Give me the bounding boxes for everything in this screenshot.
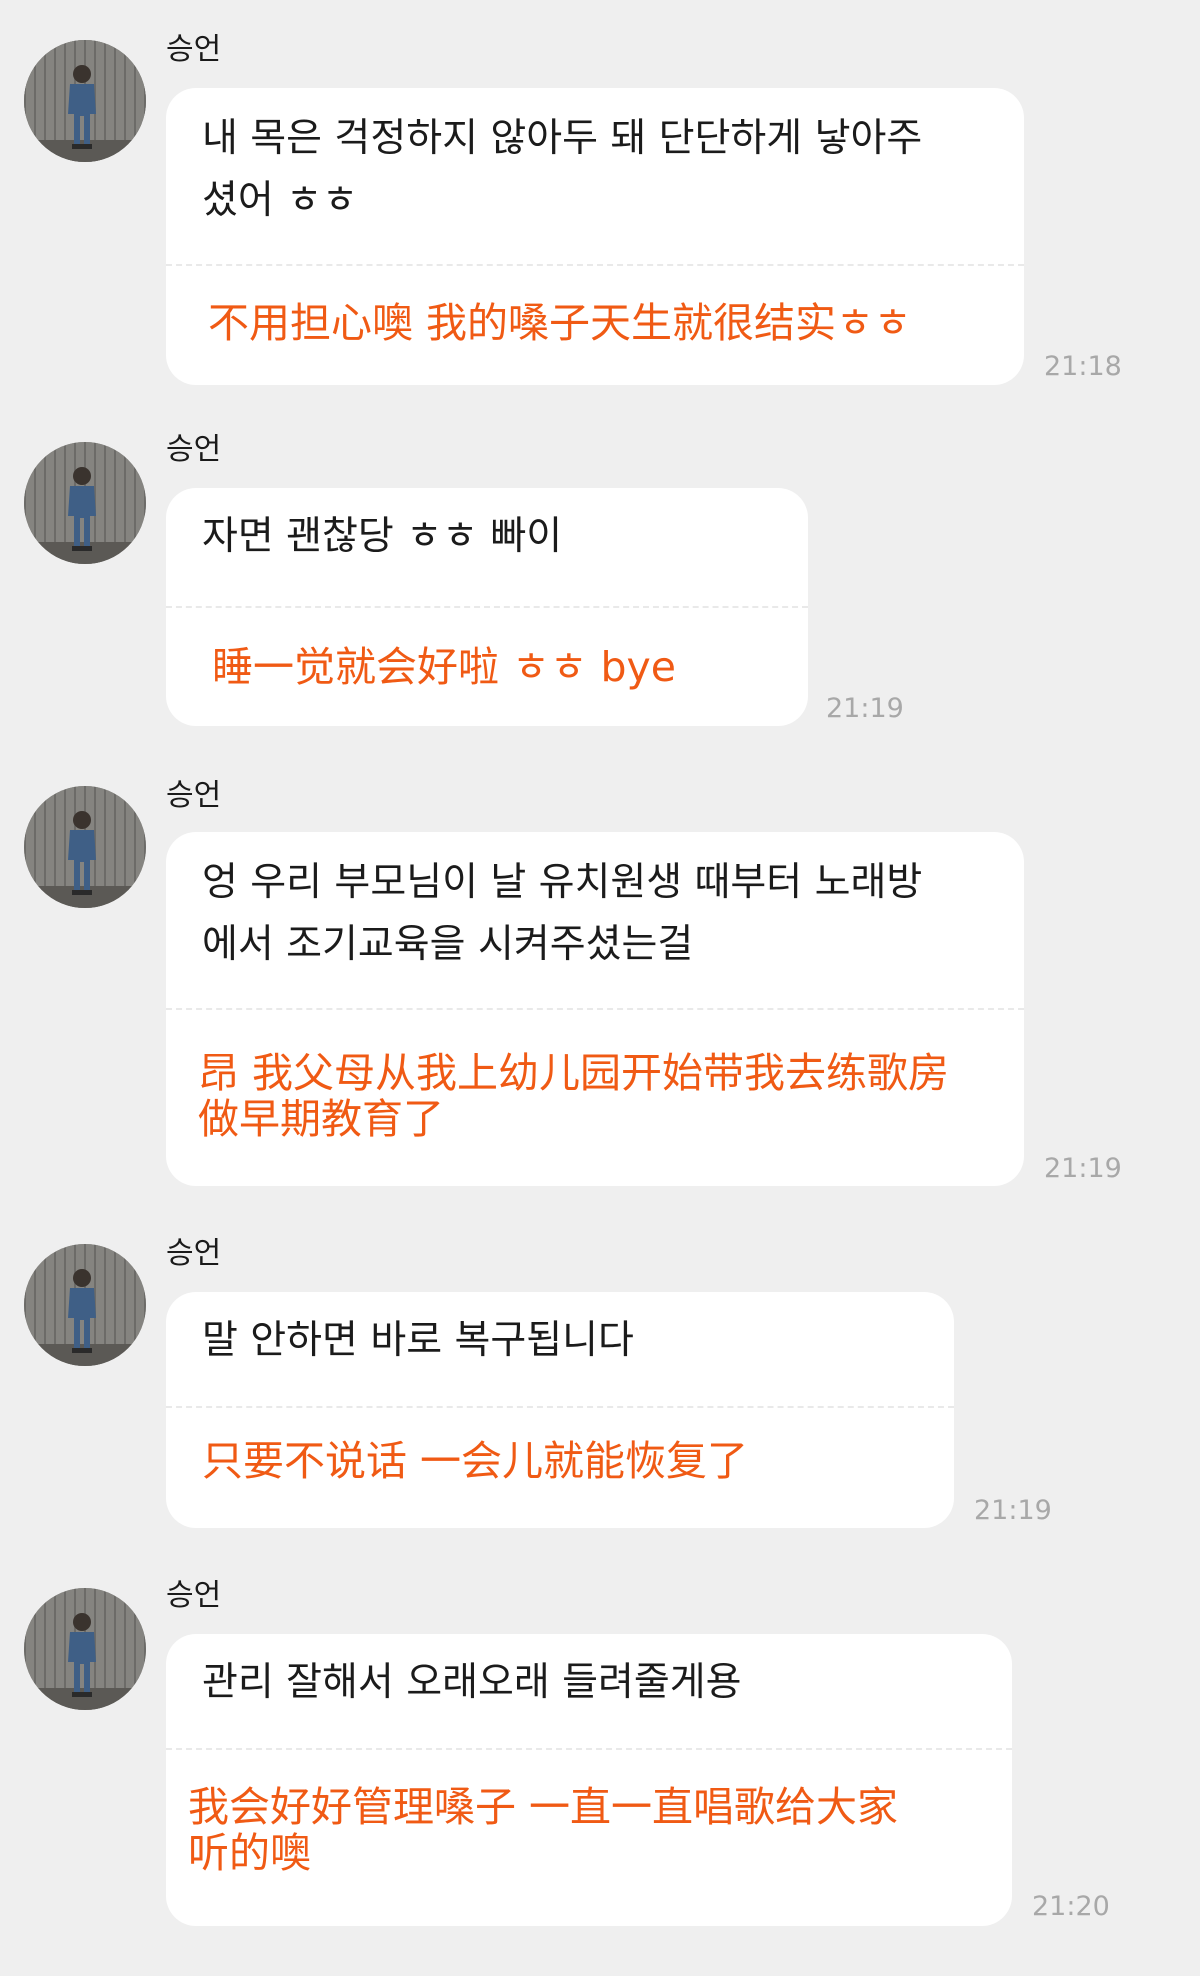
- timestamp: 21:18: [1044, 351, 1122, 382]
- sender-name: 승언: [166, 432, 222, 467]
- divider: [166, 1008, 1024, 1010]
- translated-text: 昂 我父母从我上幼儿园开始带我去练歌房 做早期教育了: [198, 1049, 950, 1143]
- timestamp: 21:19: [1044, 1153, 1122, 1184]
- translated-text: 只要不说话 一会儿就能恢复了: [202, 1437, 749, 1485]
- avatar[interactable]: [24, 40, 146, 162]
- original-text: 말 안하면 바로 복구됩니다: [202, 1318, 634, 1363]
- avatar-photo-icon: [24, 40, 146, 162]
- translated-text: 睡一觉就会好啦 ㅎㅎ bye: [212, 643, 677, 691]
- avatar[interactable]: [24, 786, 146, 908]
- avatar-photo-icon: [24, 1588, 146, 1710]
- avatar-photo-icon: [24, 786, 146, 908]
- avatar-photo-icon: [24, 442, 146, 564]
- avatar[interactable]: [24, 1588, 146, 1710]
- avatar-photo-icon: [24, 1244, 146, 1366]
- sender-name: 승언: [166, 1236, 222, 1271]
- message-bubble[interactable]: 자면 괜찮당 ㅎㅎ 빠이 睡一觉就会好啦 ㅎㅎ bye: [166, 488, 808, 726]
- avatar[interactable]: [24, 442, 146, 564]
- original-text: 엉 우리 부모님이 날 유치원생 때부터 노래방 에서 조기교육을 시켜주셨는걸: [202, 860, 923, 967]
- divider: [166, 1748, 1012, 1750]
- avatar[interactable]: [24, 1244, 146, 1366]
- timestamp: 21:20: [1032, 1891, 1110, 1922]
- translated-text: 不用担心噢 我的嗓子天生就很结实ㅎㅎ: [208, 299, 912, 347]
- sender-name: 승언: [166, 32, 222, 67]
- divider: [166, 1406, 954, 1408]
- message-bubble[interactable]: 관리 잘해서 오래오래 들려줄게용 我会好好管理嗓子 一直一直唱歌给大家 听的噢: [166, 1634, 1012, 1926]
- divider: [166, 264, 1024, 266]
- timestamp: 21:19: [826, 693, 904, 724]
- original-text: 관리 잘해서 오래오래 들려줄게용: [202, 1660, 742, 1705]
- message-bubble[interactable]: 엉 우리 부모님이 날 유치원생 때부터 노래방 에서 조기교육을 시켜주셨는걸…: [166, 832, 1024, 1186]
- message-bubble[interactable]: 내 목은 걱정하지 않아두 돼 단단하게 낳아주 셨어 ㅎㅎ 不用担心噢 我的嗓…: [166, 88, 1024, 385]
- sender-name: 승언: [166, 1578, 222, 1613]
- message-bubble[interactable]: 말 안하면 바로 복구됩니다 只要不说话 一会儿就能恢复了: [166, 1292, 954, 1528]
- sender-name: 승언: [166, 778, 222, 813]
- original-text: 자면 괜찮당 ㅎㅎ 빠이: [202, 514, 563, 559]
- original-text: 내 목은 걱정하지 않아두 돼 단단하게 낳아주 셨어 ㅎㅎ: [202, 116, 923, 223]
- divider: [166, 606, 808, 608]
- translated-text: 我会好好管理嗓子 一直一直唱歌给大家 听的噢: [188, 1783, 899, 1877]
- timestamp: 21:19: [974, 1495, 1052, 1526]
